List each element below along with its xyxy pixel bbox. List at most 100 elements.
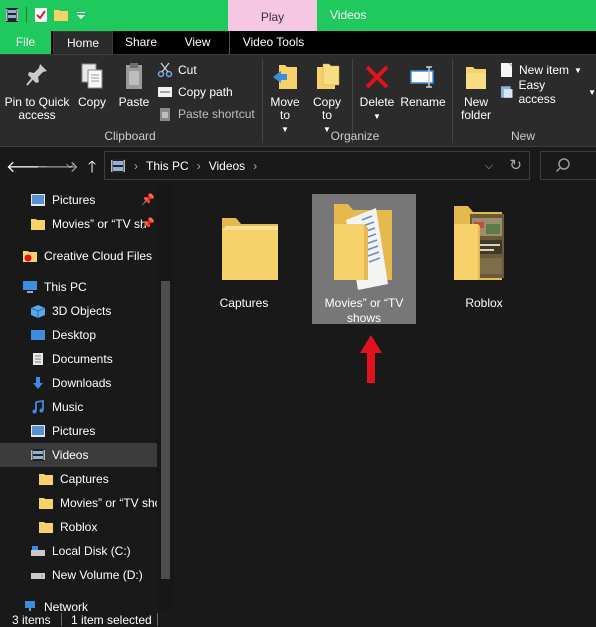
rename-label: Rename bbox=[400, 95, 446, 109]
nav-item-pictures[interactable]: Pictures bbox=[0, 419, 157, 443]
tab-view[interactable]: View bbox=[170, 31, 225, 54]
scissors-icon bbox=[157, 62, 173, 78]
new-folder-button[interactable]: New folder bbox=[456, 61, 496, 122]
tab-video-tools[interactable]: Video Tools bbox=[229, 31, 317, 54]
nav-item-pictures-pinned[interactable]: Pictures 📌 bbox=[0, 188, 157, 212]
downloads-icon bbox=[30, 375, 46, 391]
chevron-right-icon[interactable]: › bbox=[253, 159, 257, 173]
videos-library-icon[interactable] bbox=[4, 6, 20, 24]
file-name: Roblox bbox=[465, 296, 503, 310]
chevron-right-icon[interactable]: › bbox=[134, 159, 138, 173]
ribbon-tab-bar: File Home Share View Video Tools bbox=[0, 31, 596, 54]
chevron-down-icon: ▼ bbox=[574, 65, 582, 75]
divider bbox=[61, 613, 62, 626]
nav-item-label: New Volume (D:) bbox=[52, 568, 143, 582]
nav-item-label: Network bbox=[44, 600, 89, 611]
rename-button[interactable]: Rename bbox=[400, 61, 446, 109]
nav-item-network[interactable]: Network bbox=[0, 595, 157, 611]
copy-button[interactable]: Copy bbox=[75, 61, 109, 109]
pin-to-quick-access-button[interactable]: Pin to Quick access bbox=[2, 61, 72, 122]
move-to-icon bbox=[273, 65, 297, 89]
copy-to-button[interactable]: Copy to ▼ bbox=[310, 61, 344, 136]
documents-icon bbox=[30, 351, 46, 367]
delete-button[interactable]: Delete ▼ bbox=[358, 61, 396, 123]
breadcrumb-this-pc[interactable]: This PC bbox=[146, 159, 189, 173]
address-dropdown-icon[interactable]: ⌵ bbox=[485, 160, 493, 173]
new-item-icon bbox=[501, 62, 513, 77]
tab-home[interactable]: Home bbox=[53, 31, 113, 54]
tab-share[interactable]: Share bbox=[115, 31, 167, 54]
back-button[interactable]: 🡐 bbox=[6, 156, 49, 177]
ribbon: Pin to Quick access Copy Paste Cut Copy … bbox=[0, 54, 596, 147]
nav-item-roblox[interactable]: Roblox bbox=[0, 515, 157, 539]
delete-icon bbox=[365, 65, 389, 89]
contextual-tab-play[interactable]: Play bbox=[228, 0, 317, 31]
nav-item-desktop[interactable]: Desktop bbox=[0, 323, 157, 347]
paste-button[interactable]: Paste bbox=[115, 61, 153, 109]
annotation-arrow-icon bbox=[360, 335, 382, 383]
nav-item-label: Creative Cloud Files bbox=[44, 249, 153, 263]
address-row: 🡐 🡒 ⌵ 🡑 › This PC › Videos › ⌵ ↻ bbox=[0, 148, 596, 184]
navigation-pane[interactable]: Pictures 📌 Movies” or “TV sh 📌 Creative … bbox=[0, 184, 175, 611]
window-title: Videos bbox=[330, 8, 367, 22]
file-list-view[interactable]: Captures Movies” or “TV shows Roblox bbox=[175, 184, 596, 611]
nav-item-label: Movies” or “TV shc bbox=[60, 496, 157, 510]
chevron-right-icon[interactable]: › bbox=[197, 159, 201, 173]
address-bar[interactable]: › This PC › Videos › ⌵ ↻ bbox=[104, 151, 530, 180]
forward-button[interactable]: 🡒 bbox=[36, 156, 79, 177]
paste-shortcut-button[interactable]: Paste shortcut bbox=[157, 105, 255, 123]
folder-documents-icon bbox=[334, 204, 392, 290]
customize-toolbar-icon[interactable] bbox=[73, 6, 89, 24]
file-item-movies-or-tv-shows[interactable]: Movies” or “TV shows bbox=[312, 194, 416, 325]
nav-item-label: Pictures bbox=[52, 424, 96, 438]
nav-item-label: This PC bbox=[44, 280, 87, 294]
folder-icon bbox=[38, 471, 54, 487]
properties-icon[interactable] bbox=[33, 6, 49, 24]
copy-to-label: Copy to bbox=[312, 95, 341, 122]
cut-button[interactable]: Cut bbox=[157, 61, 197, 79]
nav-item-creative-cloud-files[interactable]: Creative Cloud Files bbox=[0, 244, 157, 268]
up-button[interactable]: 🡑 bbox=[82, 156, 102, 183]
search-input[interactable] bbox=[540, 151, 596, 180]
copy-path-button[interactable]: Copy path bbox=[157, 83, 233, 101]
desktop-icon bbox=[30, 327, 46, 343]
file-item-roblox[interactable]: Roblox bbox=[432, 194, 536, 315]
easy-access-icon bbox=[500, 86, 513, 98]
move-to-button[interactable]: Move to ▼ bbox=[268, 61, 302, 136]
nav-item-local-disk-c[interactable]: Local Disk (C:) bbox=[0, 539, 157, 563]
nav-item-movies[interactable]: Movies” or “TV shc bbox=[0, 491, 157, 515]
nav-item-label: Roblox bbox=[60, 520, 98, 534]
nav-item-documents[interactable]: Documents bbox=[0, 347, 157, 371]
nav-item-new-volume-d[interactable]: New Volume (D:) bbox=[0, 563, 157, 587]
scrollbar-thumb[interactable] bbox=[161, 281, 170, 579]
recent-locations-chevron-icon[interactable]: ⌵ bbox=[60, 159, 80, 172]
nav-item-this-pc[interactable]: This PC bbox=[0, 275, 157, 299]
divider bbox=[262, 59, 263, 143]
search-icon bbox=[555, 158, 570, 173]
tab-file[interactable]: File bbox=[0, 31, 51, 54]
easy-access-button[interactable]: Easy access ▼ bbox=[500, 78, 596, 106]
refresh-icon[interactable]: ↻ bbox=[509, 156, 522, 174]
nav-item-videos[interactable]: Videos bbox=[0, 443, 157, 467]
navigation-scrollbar[interactable] bbox=[157, 184, 174, 611]
new-folder-label: New folder bbox=[460, 95, 492, 122]
cut-label: Cut bbox=[178, 63, 197, 77]
chevron-down-icon: ▼ bbox=[588, 87, 596, 97]
breadcrumb-videos[interactable]: Videos bbox=[209, 159, 245, 173]
nav-item-captures[interactable]: Captures bbox=[0, 467, 157, 491]
file-item-captures[interactable]: Captures bbox=[192, 194, 296, 315]
easy-access-label: Easy access bbox=[518, 78, 556, 106]
nav-item-label: Videos bbox=[52, 448, 89, 462]
nav-item-3d-objects[interactable]: 3D Objects bbox=[0, 299, 157, 323]
pin-icon: 📌 bbox=[141, 218, 155, 230]
pictures-icon bbox=[30, 423, 46, 439]
nav-item-movies-pinned[interactable]: Movies” or “TV sh 📌 bbox=[0, 212, 157, 236]
new-item-button[interactable]: New item ▼ bbox=[500, 61, 582, 79]
nav-item-music[interactable]: Music bbox=[0, 395, 157, 419]
divider bbox=[452, 59, 453, 143]
new-folder-icon[interactable] bbox=[53, 6, 69, 24]
copy-label: Copy bbox=[77, 95, 106, 109]
new-folder-icon bbox=[466, 67, 486, 89]
nav-item-downloads[interactable]: Downloads bbox=[0, 371, 157, 395]
move-to-label: Move to bbox=[270, 95, 300, 122]
